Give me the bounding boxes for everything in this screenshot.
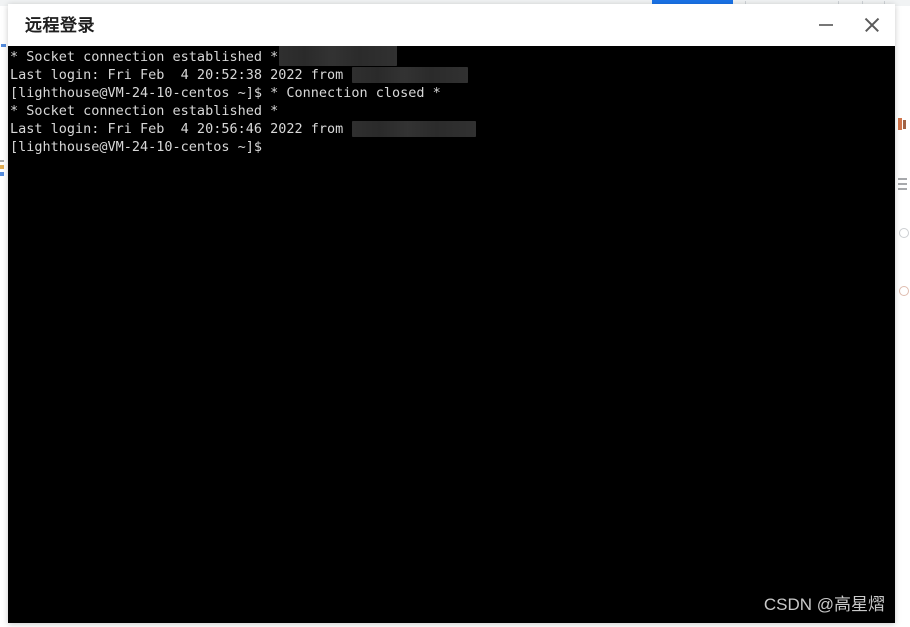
terminal-line: Last login: Fri Feb 4 20:56:46 2022 from	[10, 120, 895, 138]
terminal-line: * Socket connection established *	[10, 46, 895, 66]
close-button[interactable]	[849, 4, 895, 46]
background-edge-artifact	[898, 183, 907, 185]
terminal-line: [lighthouse@VM-24-10-centos ~]$ * Connec…	[10, 84, 895, 102]
close-icon	[863, 16, 881, 34]
redacted-ip-block	[279, 46, 398, 66]
background-edge-artifact	[0, 165, 4, 169]
terminal-line: Last login: Fri Feb 4 20:52:38 2022 from	[10, 66, 895, 84]
background-edge-artifact	[898, 178, 907, 180]
window-titlebar[interactable]: 远程登录	[8, 4, 895, 46]
terminal-line: * Socket connection established *	[10, 102, 895, 120]
background-edge-artifact	[898, 118, 902, 130]
terminal-output-pane[interactable]: * Socket connection established * Last lo…	[8, 46, 895, 623]
window-title: 远程登录	[25, 15, 95, 35]
terminal-text: Last login: Fri Feb 4 20:52:38 2022 from	[10, 67, 352, 83]
redacted-ip-block	[352, 121, 477, 137]
csdn-watermark: CSDN @高星熠	[763, 595, 885, 614]
redacted-ip-block	[352, 67, 469, 83]
terminal-text: Last login: Fri Feb 4 20:56:46 2022 from	[10, 121, 352, 137]
background-edge-artifact	[899, 286, 909, 296]
background-edge-artifact	[0, 160, 4, 162]
background-edge-artifact	[903, 120, 906, 129]
background-edge-artifact	[1, 44, 6, 47]
minimize-icon	[819, 24, 833, 26]
background-edge-artifact	[899, 228, 909, 238]
terminal-text: [lighthouse@VM-24-10-centos ~]$	[10, 139, 262, 155]
terminal-line: [lighthouse@VM-24-10-centos ~]$	[10, 138, 895, 156]
background-edge-artifact	[0, 172, 4, 176]
terminal-text: [lighthouse@VM-24-10-centos ~]$ * Connec…	[10, 85, 441, 101]
background-edge-artifact	[898, 188, 907, 190]
window-controls	[803, 4, 895, 46]
terminal-line-list: * Socket connection established * Last lo…	[10, 46, 895, 156]
terminal-text: * Socket connection established *	[10, 49, 279, 65]
minimize-button[interactable]	[803, 4, 849, 46]
screen-root: 远程登录 * Socket connection established * La…	[0, 0, 910, 627]
remote-login-window: 远程登录 * Socket connection established * La…	[8, 4, 895, 623]
terminal-text: * Socket connection established *	[10, 103, 279, 119]
